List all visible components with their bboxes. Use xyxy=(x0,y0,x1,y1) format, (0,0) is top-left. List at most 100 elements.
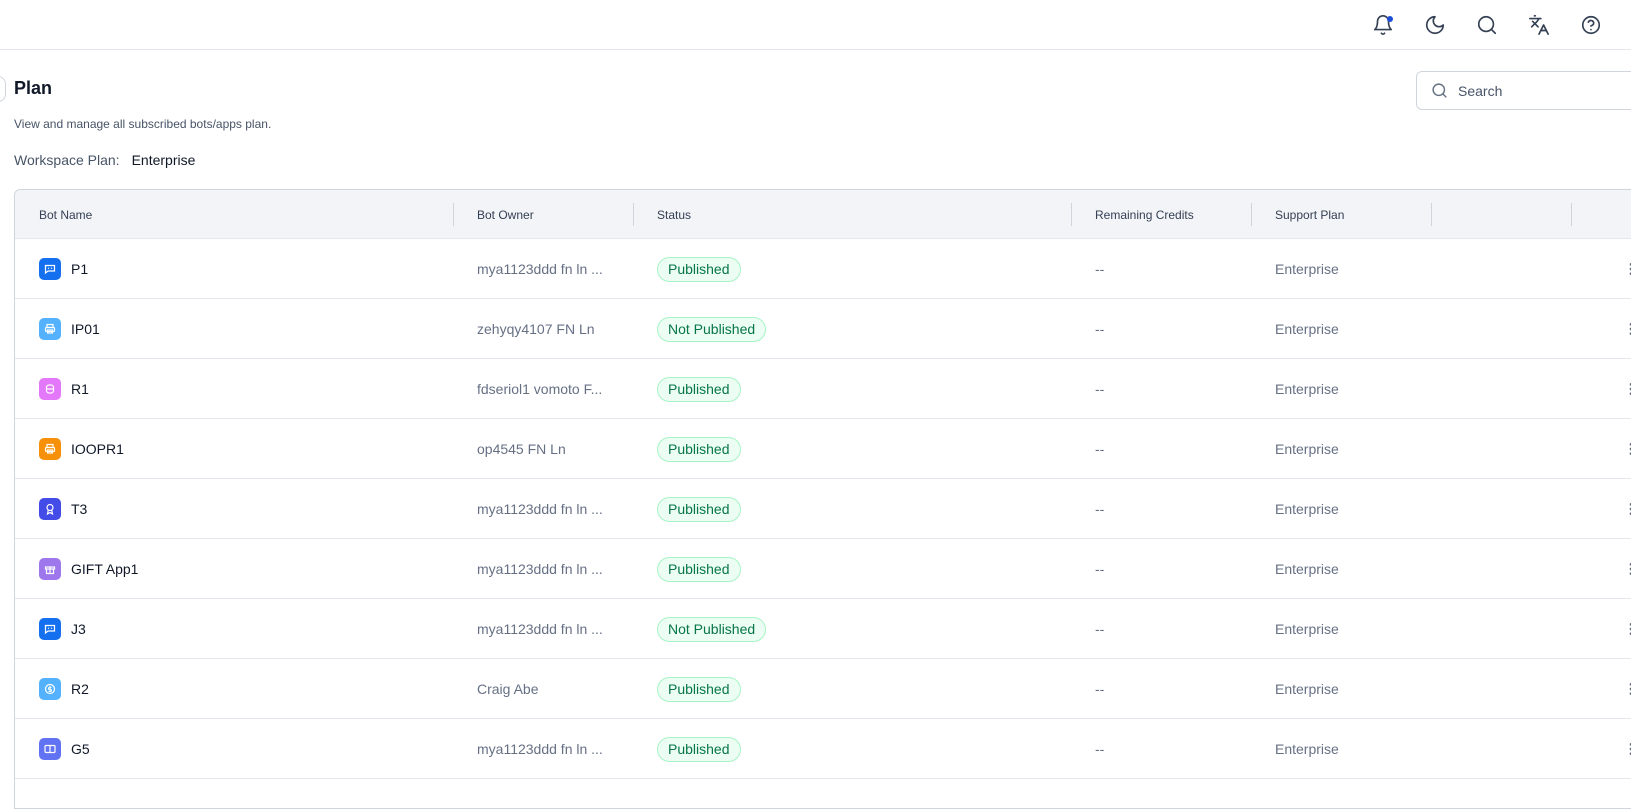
more-options-icon[interactable] xyxy=(1619,737,1631,761)
search-icon[interactable] xyxy=(1470,8,1504,42)
more-options-icon[interactable] xyxy=(1619,377,1631,401)
sidebar-toggle[interactable] xyxy=(0,76,6,102)
bot-owner-cell: zehyqy4107 FN Ln xyxy=(477,321,595,337)
bot-owner-cell: mya1123ddd fn ln ... xyxy=(477,621,603,637)
status-cell: Not Published xyxy=(657,599,1057,659)
remaining-credits-cell: -- xyxy=(1095,681,1105,697)
workspace-plan-value: Enterprise xyxy=(131,152,196,168)
more-options-icon[interactable] xyxy=(1619,257,1631,281)
table-row[interactable]: R2 Craig Abe Published -- Enterprise xyxy=(15,659,1631,719)
bot-name: G5 xyxy=(71,741,90,757)
bot-name: IOOPR1 xyxy=(71,441,124,457)
support-plan-cell: Enterprise xyxy=(1275,621,1339,637)
search-input[interactable] xyxy=(1458,82,1631,99)
printer-icon xyxy=(39,318,61,340)
status-cell: Published xyxy=(657,539,1057,599)
support-plan-cell: Enterprise xyxy=(1275,441,1339,457)
award-icon xyxy=(39,498,61,520)
status-cell: Published xyxy=(657,659,1057,719)
bot-owner-cell: mya1123ddd fn ln ... xyxy=(477,261,603,277)
column-header-status[interactable]: Status xyxy=(657,190,691,239)
workspace-plan-label: Workspace Plan: xyxy=(14,152,120,168)
more-options-icon[interactable] xyxy=(1619,317,1631,341)
support-plan-cell: Enterprise xyxy=(1275,261,1339,277)
cards-icon xyxy=(39,738,61,760)
table-header: Bot Name Bot Owner Status Remaining Cred… xyxy=(15,190,1631,239)
plan-table: Bot Name Bot Owner Status Remaining Cred… xyxy=(14,189,1631,809)
bot-owner-cell: mya1123ddd fn ln ... xyxy=(477,741,603,757)
remaining-credits-cell: -- xyxy=(1095,441,1105,457)
bot-icon xyxy=(39,378,61,400)
status-badge: Published xyxy=(657,556,741,582)
bot-owner-cell: fdseriol1 vomoto F... xyxy=(477,381,603,397)
bot-name-cell[interactable]: T3 xyxy=(39,479,439,539)
bot-name: GIFT App1 xyxy=(71,561,139,577)
table-row[interactable]: GIFT App1 mya1123ddd fn ln ... Published… xyxy=(15,539,1631,599)
moon-icon[interactable] xyxy=(1418,8,1452,42)
column-header-support-plan[interactable]: Support Plan xyxy=(1275,190,1344,239)
status-badge: Published xyxy=(657,436,741,462)
status-badge: Published xyxy=(657,736,741,762)
printer-icon xyxy=(39,438,61,460)
top-bar xyxy=(0,0,1631,50)
support-plan-cell: Enterprise xyxy=(1275,681,1339,697)
table-row[interactable]: T3 mya1123ddd fn ln ... Published -- Ent… xyxy=(15,479,1631,539)
more-options-icon[interactable] xyxy=(1619,677,1631,701)
more-options-icon[interactable] xyxy=(1619,437,1631,461)
bot-owner-cell: mya1123ddd fn ln ... xyxy=(477,501,603,517)
bot-name-cell[interactable]: IP01 xyxy=(39,299,439,359)
table-row[interactable]: P1 mya1123ddd fn ln ... Published -- Ent… xyxy=(15,239,1631,299)
column-divider[interactable] xyxy=(453,203,454,226)
support-plan-cell: Enterprise xyxy=(1275,321,1339,337)
bot-name: J3 xyxy=(71,621,86,637)
column-divider[interactable] xyxy=(633,203,634,226)
bot-name-cell[interactable]: J3 xyxy=(39,599,439,659)
column-divider[interactable] xyxy=(1571,203,1572,226)
translate-icon[interactable] xyxy=(1522,8,1556,42)
status-badge: Published xyxy=(657,256,741,282)
bot-name-cell[interactable]: P1 xyxy=(39,239,439,299)
remaining-credits-cell: -- xyxy=(1095,741,1105,757)
search-icon xyxy=(1432,83,1447,98)
remaining-credits-cell: -- xyxy=(1095,501,1105,517)
more-options-icon[interactable] xyxy=(1619,617,1631,641)
chat-icon xyxy=(39,258,61,280)
status-badge: Not Published xyxy=(657,616,767,642)
column-divider[interactable] xyxy=(1431,203,1432,226)
coin-icon xyxy=(39,678,61,700)
more-options-icon[interactable] xyxy=(1619,497,1631,521)
table-row[interactable]: R1 fdseriol1 vomoto F... Published -- En… xyxy=(15,359,1631,419)
status-badge: Not Published xyxy=(657,316,767,342)
page-title: Plan xyxy=(14,78,53,98)
bot-name-cell[interactable]: IOOPR1 xyxy=(39,419,439,479)
column-header-bot-owner[interactable]: Bot Owner xyxy=(477,190,534,239)
status-cell: Published xyxy=(657,239,1057,299)
status-badge: Published xyxy=(657,376,741,402)
column-divider[interactable] xyxy=(1251,203,1252,226)
remaining-credits-cell: -- xyxy=(1095,261,1105,277)
status-badge: Published xyxy=(657,496,741,522)
bot-name-cell[interactable]: R1 xyxy=(39,359,439,419)
status-cell: Published xyxy=(657,419,1057,479)
table-row[interactable]: J3 mya1123ddd fn ln ... Not Published --… xyxy=(15,599,1631,659)
table-row[interactable]: IOOPR1 op4545 FN Ln Published -- Enterpr… xyxy=(15,419,1631,479)
bot-name-cell[interactable]: GIFT App1 xyxy=(39,539,439,599)
remaining-credits-cell: -- xyxy=(1095,321,1105,337)
more-options-icon[interactable] xyxy=(1619,557,1631,581)
table-row[interactable]: G5 mya1123ddd fn ln ... Published -- Ent… xyxy=(15,719,1631,779)
status-badge: Published xyxy=(657,676,741,702)
bot-name-cell[interactable]: G5 xyxy=(39,719,439,779)
table-body: P1 mya1123ddd fn ln ... Published -- Ent… xyxy=(15,239,1631,779)
table-row[interactable]: IP01 zehyqy4107 FN Ln Not Published -- E… xyxy=(15,299,1631,359)
bot-name: P1 xyxy=(71,261,89,277)
column-header-bot-name[interactable]: Bot Name xyxy=(39,190,92,239)
column-divider[interactable] xyxy=(1071,203,1072,226)
column-header-remaining-credits[interactable]: Remaining Credits xyxy=(1095,190,1194,239)
search-box[interactable] xyxy=(1416,71,1631,110)
status-cell: Published xyxy=(657,719,1057,779)
help-icon[interactable] xyxy=(1574,8,1608,42)
bot-name-cell[interactable]: R2 xyxy=(39,659,439,719)
bell-icon[interactable] xyxy=(1366,8,1400,42)
bot-name: R2 xyxy=(71,681,89,697)
bot-name: R1 xyxy=(71,381,89,397)
